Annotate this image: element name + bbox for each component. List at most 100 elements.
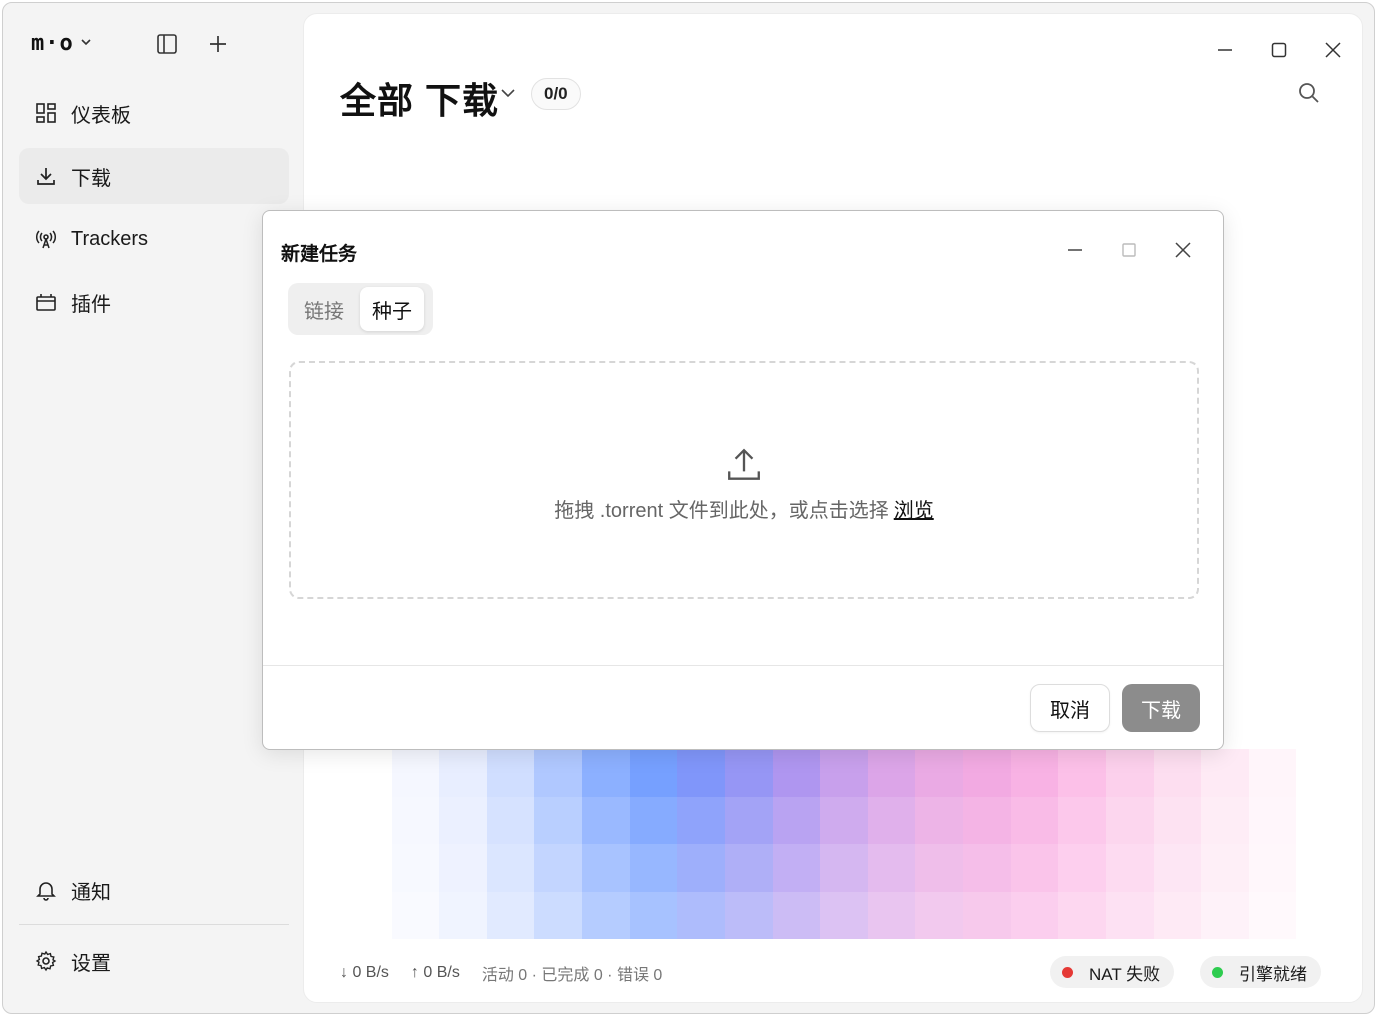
gradient-tile [1105, 844, 1154, 892]
gradient-tile [677, 796, 725, 844]
dialog-maximize-icon[interactable] [1114, 235, 1144, 265]
gradient-tile [1153, 796, 1202, 844]
upload-speed: ↑ 0 B/s [410, 964, 460, 981]
gradient-tile [1248, 796, 1297, 844]
gradient-tile [820, 749, 868, 797]
gradient-tile [391, 844, 440, 892]
nat-status-badge[interactable]: NAT 失败 [1050, 956, 1175, 988]
search-icon[interactable] [1294, 78, 1324, 108]
gradient-tile [629, 891, 678, 939]
minimize-icon[interactable] [1207, 32, 1243, 68]
cancel-button[interactable]: 取消 [1030, 684, 1110, 732]
sidebar-item-label: Trackers [71, 227, 149, 250]
gradient-tile [867, 796, 916, 844]
sidebar-item-trackers[interactable]: Trackers [19, 211, 289, 267]
gradient-tile [1010, 844, 1059, 892]
gradient-tile [724, 796, 773, 844]
gradient-tile [1153, 749, 1202, 797]
gradient-tile [1105, 749, 1154, 797]
gradient-tile [772, 796, 821, 844]
gradient-tile [677, 749, 725, 797]
maximize-icon[interactable] [1261, 32, 1297, 68]
torrent-dropzone[interactable]: 拖拽 .torrent 文件到此处，或点击选择 浏览 [289, 361, 1199, 599]
gradient-tile [1201, 749, 1249, 797]
gradient-tile [963, 844, 1011, 892]
gradient-tile [486, 749, 535, 797]
gear-icon [35, 950, 57, 972]
dashboard-icon [36, 103, 56, 123]
source-tabs: 链接 种子 [288, 283, 433, 335]
gradient-tile [629, 844, 678, 892]
gradient-tile [1105, 891, 1154, 939]
gradient-tile [534, 844, 583, 892]
chevron-down-icon[interactable] [499, 84, 517, 107]
gradient-tile [915, 891, 964, 939]
gradient-tile [344, 844, 392, 892]
gradient-tile [534, 891, 583, 939]
gradient-tile [1296, 796, 1344, 844]
dialog-minimize-icon[interactable] [1060, 235, 1090, 265]
gradient-tile [772, 749, 821, 797]
gradient-tile [677, 891, 725, 939]
tab-link[interactable]: 链接 [292, 287, 356, 331]
brand-switcher[interactable]: m·o [31, 31, 92, 56]
gradient-tile [391, 796, 440, 844]
gradient-tile [439, 891, 487, 939]
sidebar-item-label: 通知 [71, 881, 111, 904]
gradient-tile [1153, 844, 1202, 892]
gradient-tile [1058, 844, 1106, 892]
tab-torrent[interactable]: 种子 [360, 287, 424, 331]
gradient-tile [772, 891, 821, 939]
download-button[interactable]: 下载 [1122, 684, 1200, 732]
sidebar: m·o 仪表板 下载 Trackers 插件 通知 设置 [3, 3, 303, 1013]
download-speed: ↓ 0 B/s [340, 964, 389, 981]
gradient-tile [439, 749, 487, 797]
browse-link[interactable]: 浏览 [894, 500, 934, 522]
sidebar-item-downloads[interactable]: 下载 [19, 148, 289, 204]
gradient-tile [1201, 796, 1249, 844]
task-summary: 活动 0 · 已完成 0 · 错误 0 [481, 967, 663, 984]
plus-icon[interactable] [205, 31, 231, 57]
gradient-tile [1296, 891, 1344, 939]
close-icon[interactable] [1315, 32, 1351, 68]
gradient-tile [724, 891, 773, 939]
gradient-tile [344, 749, 392, 797]
sidebar-toggle-icon[interactable] [154, 31, 180, 57]
dropzone-text-row: 拖拽 .torrent 文件到此处，或点击选择 浏览 [554, 494, 933, 523]
gradient-tile [582, 796, 630, 844]
gradient-tile [391, 749, 440, 797]
gradient-tile [1058, 749, 1106, 797]
gradient-tile [963, 891, 1011, 939]
chevron-down-icon [80, 36, 92, 51]
gradient-tile [820, 844, 868, 892]
gradient-tile [1296, 844, 1344, 892]
gradient-tile [486, 844, 535, 892]
gradient-tile [724, 749, 773, 797]
nat-status-label: NAT 失败 [1089, 964, 1161, 984]
gradient-tile [391, 891, 440, 939]
sidebar-divider [19, 924, 289, 925]
gradient-tile [963, 749, 1011, 797]
gradient-tile [1296, 749, 1344, 797]
gradient-tile [582, 749, 630, 797]
gradient-tile [867, 891, 916, 939]
sidebar-item-settings[interactable]: 设置 [19, 933, 289, 989]
dialog-footer-divider [263, 665, 1223, 666]
gradient-tile [1201, 891, 1249, 939]
task-count-badge: 0/0 [531, 78, 581, 110]
gradient-tile [1010, 796, 1059, 844]
new-task-dialog: 新建任务 链接 种子 拖拽 .torrent 文件到此处，或点击选择 浏览 取消 … [262, 210, 1224, 750]
engine-status-badge[interactable]: 引擎就绪 [1200, 956, 1321, 988]
brand-logo: m·o [31, 31, 74, 56]
dialog-close-icon[interactable] [1168, 235, 1198, 265]
gradient-tile [1153, 891, 1202, 939]
gradient-tile [1058, 891, 1106, 939]
gradient-tile [820, 891, 868, 939]
sidebar-item-plugins[interactable]: 插件 [19, 274, 289, 330]
sidebar-item-dashboard[interactable]: 仪表板 [19, 85, 289, 141]
plugin-icon [36, 294, 56, 311]
gradient-tile [820, 796, 868, 844]
gradient-tile [1248, 749, 1297, 797]
gradient-tile [867, 749, 916, 797]
sidebar-item-notifications[interactable]: 通知 [19, 862, 289, 918]
